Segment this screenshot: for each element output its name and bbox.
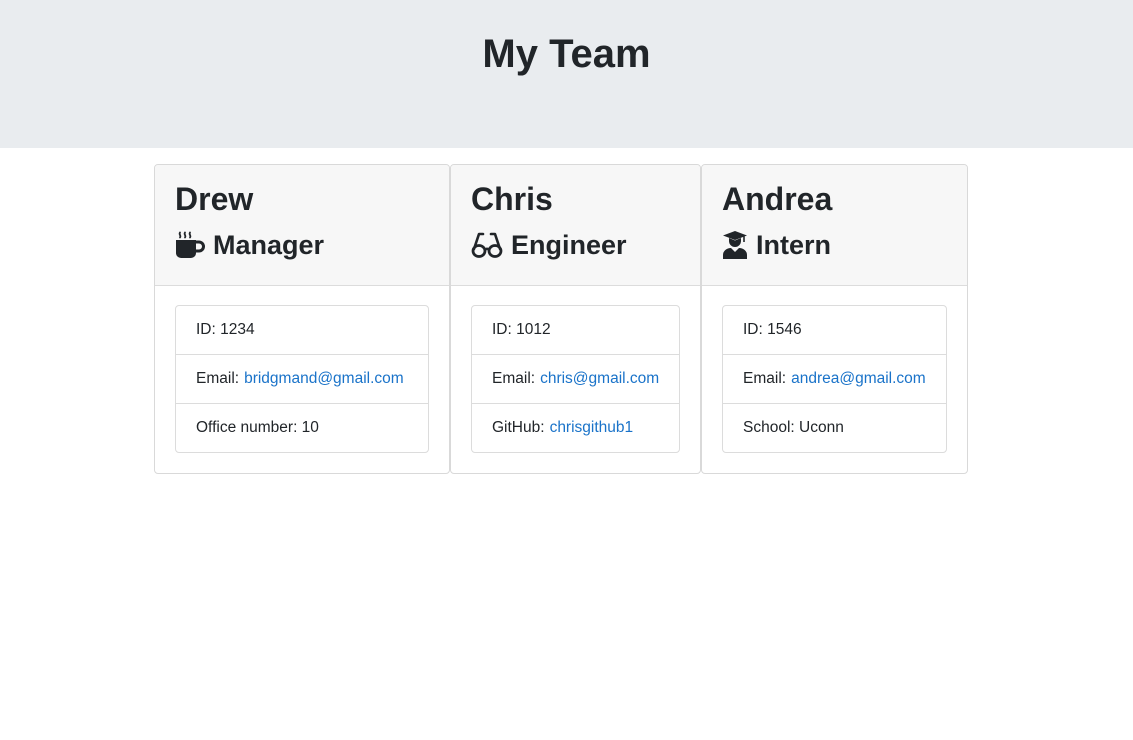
list-item-id: ID: 1012 <box>472 306 679 354</box>
card-header: Andrea Intern <box>702 165 967 286</box>
employee-role: Engineer <box>471 229 627 261</box>
employee-details-list: ID: 1234 Email: bridgmand@gmail.com Offi… <box>175 305 429 453</box>
page-header: My Team <box>0 0 1133 148</box>
github-label: GitHub: <box>492 419 545 436</box>
page-title: My Team <box>482 32 651 76</box>
list-item-email: Email: chris@gmail.com <box>472 354 679 403</box>
employee-name: Chris <box>471 181 553 217</box>
list-item-id: ID: 1546 <box>723 306 946 354</box>
github-link[interactable]: chrisgithub1 <box>550 419 634 437</box>
email-label: Email: <box>492 370 536 387</box>
employee-role-label: Engineer <box>511 230 627 260</box>
employee-role-label: Manager <box>213 230 325 260</box>
card-header: Chris Engineer <box>451 165 700 286</box>
id-text: ID: 1012 <box>492 321 551 338</box>
employee-card-engineer: Chris Engineer ID: 1012 Email: chris@gma… <box>450 164 701 474</box>
employee-name: Drew <box>175 181 254 217</box>
office-number-text: Office number: 10 <box>196 419 319 436</box>
employee-name: Andrea <box>722 181 833 217</box>
employee-details-list: ID: 1012 Email: chris@gmail.com GitHub: … <box>471 305 680 453</box>
email-link[interactable]: andrea@gmail.com <box>791 370 926 388</box>
list-item-school: School: Uconn <box>723 403 946 452</box>
email-link[interactable]: bridgmand@gmail.com <box>244 370 404 388</box>
list-item-office-number: Office number: 10 <box>176 403 428 452</box>
school-text: School: Uconn <box>743 419 844 436</box>
employee-details-list: ID: 1546 Email: andrea@gmail.com School:… <box>722 305 947 453</box>
employee-card-intern: Andrea Intern ID: 1546 Email: andrea@gma… <box>701 164 968 474</box>
glasses-icon <box>471 231 503 259</box>
email-link[interactable]: chris@gmail.com <box>540 370 659 388</box>
id-text: ID: 1234 <box>196 321 255 338</box>
id-text: ID: 1546 <box>743 321 802 338</box>
list-item-email: Email: andrea@gmail.com <box>723 354 946 403</box>
email-label: Email: <box>196 370 240 387</box>
card-header: Drew Manager <box>155 165 449 286</box>
employee-role: Intern <box>722 229 831 261</box>
graduate-icon <box>722 230 748 260</box>
employee-role-label: Intern <box>756 230 832 260</box>
employee-card-manager: Drew Manager ID: 1234 Email: bridgmand@g… <box>154 164 450 474</box>
list-item-email: Email: bridgmand@gmail.com <box>176 354 428 403</box>
email-label: Email: <box>743 370 787 387</box>
list-item-github: GitHub: chrisgithub1 <box>472 403 679 452</box>
coffee-mug-icon <box>175 231 205 259</box>
list-item-id: ID: 1234 <box>176 306 428 354</box>
employee-role: Manager <box>175 229 324 261</box>
